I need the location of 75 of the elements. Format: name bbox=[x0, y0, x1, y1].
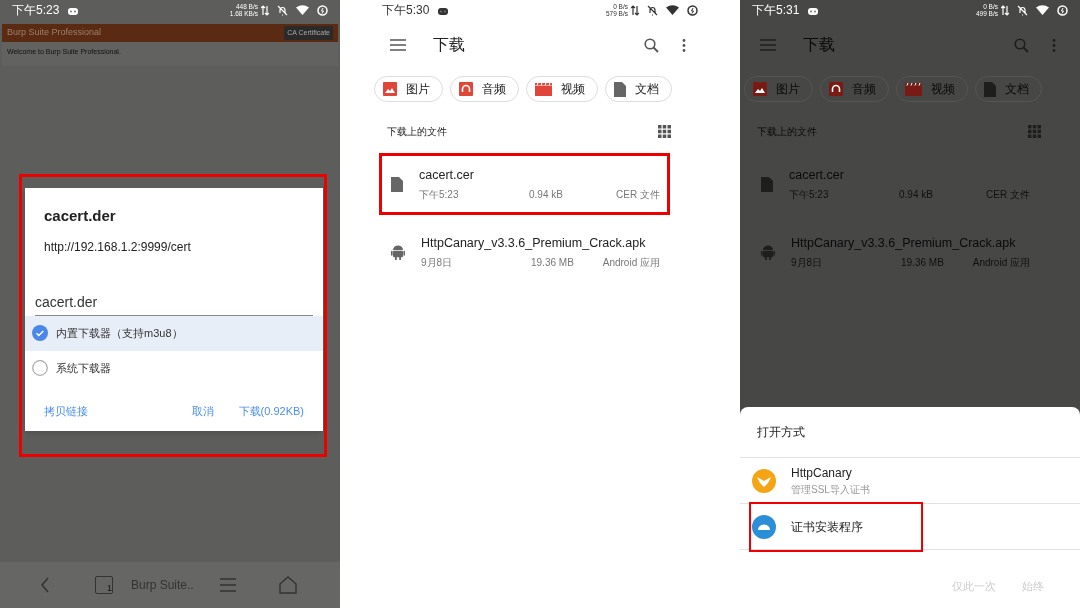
sheet-title: 打开方式 bbox=[757, 424, 806, 441]
file-type: Android 应用 bbox=[602, 255, 660, 270]
data-transfer-icon bbox=[261, 4, 269, 16]
dialog-action[interactable]: 拷贝链接 bbox=[44, 402, 88, 419]
file-row[interactable]: cacert.cer 下午5:23 0.94 kB CER 文件 bbox=[379, 153, 670, 215]
radio-checked-icon bbox=[32, 325, 48, 341]
radio-unchecked-icon bbox=[32, 360, 48, 376]
home-icon[interactable] bbox=[278, 576, 297, 594]
app-description: 管理SSL导入证书 bbox=[791, 483, 870, 497]
headphones-icon bbox=[829, 82, 843, 96]
more-options-icon[interactable] bbox=[682, 38, 686, 52]
bell-off-icon bbox=[1017, 4, 1028, 16]
headphones-icon bbox=[459, 82, 473, 96]
wifi-icon bbox=[296, 5, 309, 15]
clapperboard-icon bbox=[535, 82, 552, 96]
notification-icon bbox=[807, 5, 820, 15]
dialog-action[interactable]: 下载(0.92KB) bbox=[238, 402, 304, 419]
image-icon bbox=[753, 82, 767, 96]
file-size: 19.36 MB bbox=[531, 255, 574, 270]
status-time: 下午5:23 bbox=[12, 2, 60, 19]
file-name: HttpCanary_v3.3.6_Premium_Crack.apk bbox=[421, 235, 647, 253]
bell-off-icon bbox=[277, 4, 288, 16]
option-label: 系统下载器 bbox=[56, 360, 111, 376]
option-label: 内置下载器（支持m3u8） bbox=[56, 325, 183, 341]
file-size: 0.94 kB bbox=[529, 187, 563, 202]
menu-icon[interactable] bbox=[219, 578, 236, 592]
screen-title: 下载 bbox=[433, 35, 465, 55]
downloader-option[interactable]: 内置下载器（支持m3u8） bbox=[25, 315, 323, 351]
notification-icon bbox=[67, 5, 80, 15]
file-name: HttpCanary_v3.3.6_Premium_Crack.apk bbox=[791, 235, 1017, 253]
bird-icon bbox=[752, 468, 776, 493]
search-icon[interactable] bbox=[644, 37, 659, 53]
notification-icon bbox=[437, 5, 450, 15]
file-size: 0.94 kB bbox=[899, 187, 933, 202]
screen-title: 下载 bbox=[803, 35, 835, 55]
section-label: 下载上的文件 bbox=[387, 125, 447, 139]
file-row[interactable]: HttpCanary_v3.3.6_Premium_Crack.apk 9月8日 19.36 MB Android 应用 bbox=[379, 221, 670, 283]
app-name: HttpCanary bbox=[791, 465, 853, 482]
android-icon bbox=[752, 514, 776, 539]
battery-saver-icon bbox=[1057, 4, 1068, 16]
grid-view-icon[interactable] bbox=[658, 125, 671, 138]
dialog-action[interactable]: 取消 bbox=[191, 402, 214, 419]
tabs-button[interactable]: 1 bbox=[95, 576, 113, 594]
status-time: 下午5:31 bbox=[752, 2, 800, 19]
file-name: cacert.cer bbox=[419, 167, 475, 185]
document-icon bbox=[391, 176, 403, 192]
bell-off-icon bbox=[647, 4, 658, 16]
clapperboard-icon bbox=[905, 82, 922, 96]
file-name: cacert.cer bbox=[789, 167, 845, 185]
battery-saver-icon bbox=[687, 4, 698, 16]
app-option[interactable]: HttpCanary 管理SSL导入证书 bbox=[740, 458, 1080, 504]
back-icon[interactable] bbox=[40, 577, 50, 593]
battery-saver-icon bbox=[317, 4, 328, 16]
page-title: Burp Suite Professional bbox=[7, 26, 102, 40]
wifi-icon bbox=[1036, 5, 1049, 15]
document-icon bbox=[761, 176, 773, 192]
document-icon bbox=[984, 81, 996, 97]
data-transfer-icon bbox=[1001, 4, 1009, 16]
download-url: http://192.168.1.2:9999/cert bbox=[44, 238, 192, 256]
file-type: CER 文件 bbox=[616, 187, 660, 202]
downloader-option[interactable]: 系统下载器 bbox=[25, 350, 323, 386]
menu-icon[interactable] bbox=[390, 39, 406, 51]
android-icon bbox=[761, 244, 775, 260]
data-transfer-icon bbox=[631, 4, 639, 16]
android-icon bbox=[391, 244, 405, 260]
dialog-title: cacert.der bbox=[44, 206, 117, 226]
filename-field[interactable]: cacert.der bbox=[35, 291, 313, 316]
image-icon bbox=[383, 82, 397, 96]
menu-icon[interactable] bbox=[760, 39, 776, 51]
wifi-icon bbox=[666, 5, 679, 15]
app-name: 证书安装程序 bbox=[791, 518, 863, 536]
file-date: 下午5:23 bbox=[419, 187, 460, 202]
document-icon bbox=[614, 81, 626, 97]
status-time: 下午5:30 bbox=[382, 2, 430, 19]
file-date: 9月8日 bbox=[421, 255, 454, 270]
